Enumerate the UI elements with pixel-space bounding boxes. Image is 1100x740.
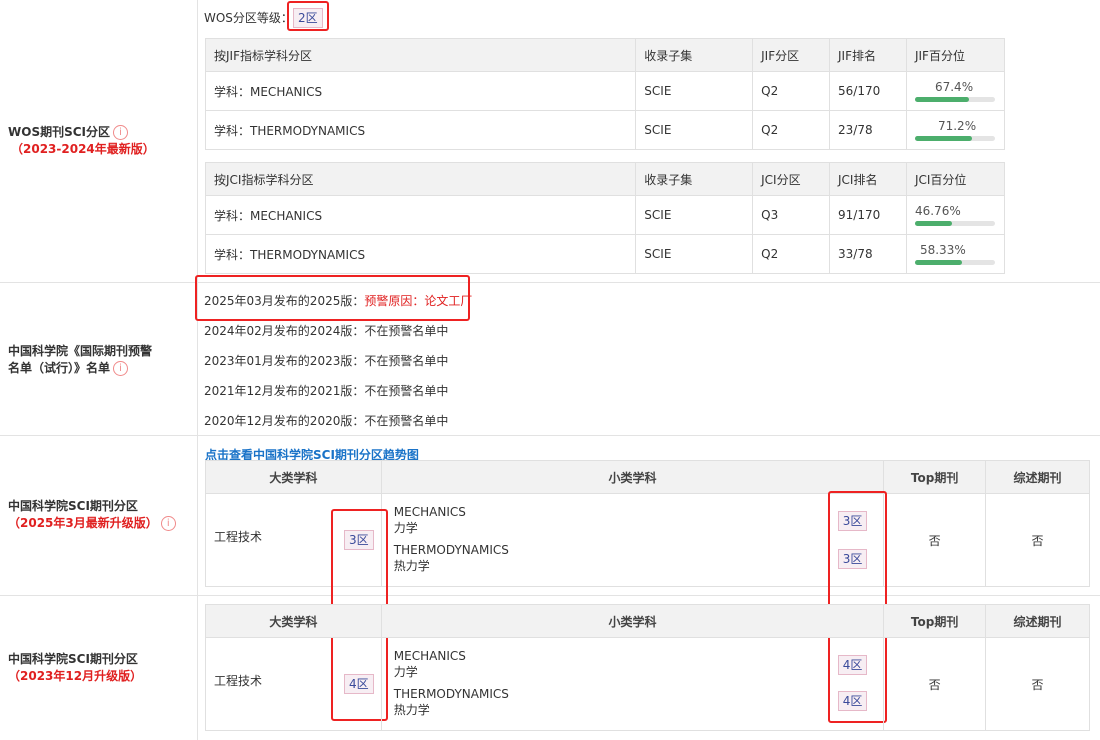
warning-line: 2023年01月发布的2023版：不在预警名单中 — [204, 354, 449, 368]
percentile-bar — [914, 260, 995, 265]
zone-badge: 4区 — [837, 691, 868, 711]
percentile-text: 71.2% — [937, 119, 977, 133]
info-circle-icon[interactable]: i — [160, 516, 176, 531]
top-journal-value: 否 — [883, 493, 987, 587]
percentile-text: 67.4% — [934, 80, 974, 94]
percentile-bar — [914, 97, 995, 102]
cas2023-edition: （2023年12月升级版） — [8, 669, 143, 683]
warning-line: 2024年02月发布的2024版：不在预警名单中 — [204, 324, 449, 338]
percentile-bar — [914, 221, 995, 226]
cas-header: Top期刊 — [883, 460, 987, 494]
table-row: 学科：THERMODYNAMICS SCIE Q2 33/78 58.33% — [204, 234, 1006, 274]
percentile-bar — [914, 136, 995, 141]
cas-header: 大类学科 — [205, 460, 382, 494]
table-row: 学科：MECHANICS SCIE Q2 56/170 67.4% — [204, 71, 1006, 111]
warning-line: 2020年12月发布的2020版：不在预警名单中 — [204, 414, 449, 428]
jci-table: 按JCI指标学科分区 收录子集 JCI分区 JCI排名 JCI百分位 学科：ME… — [204, 162, 1006, 274]
cas2025-edition: （2025年3月最新升级版） — [8, 516, 158, 530]
cas-header: 小类学科 — [380, 460, 885, 494]
warning-line: 2021年12月发布的2021版：不在预警名单中 — [204, 384, 449, 398]
info-circle-icon[interactable]: i — [113, 361, 129, 376]
jci-header: JCI分区 — [752, 162, 831, 196]
jci-header: 按JCI指标学科分区 — [204, 162, 637, 196]
major-subject: 工程技术 — [214, 530, 263, 544]
review-journal-value: 否 — [985, 637, 1090, 731]
cas2023-label: 中国科学院SCI期刊分区 （2023年12月升级版） — [8, 651, 205, 685]
table-row: 学科：MECHANICS SCIE Q3 91/170 46.76% — [204, 195, 1006, 235]
table-row: 学科：THERMODYNAMICS SCIE Q2 23/78 71.2% — [204, 110, 1006, 150]
jif-header: 收录子集 — [635, 38, 754, 72]
cas-header: 大类学科 — [205, 604, 382, 638]
highlight-box — [195, 275, 470, 321]
jif-header: JIF分区 — [752, 38, 831, 72]
jif-table: 按JIF指标学科分区 收录子集 JIF分区 JIF排名 JIF百分位 学科：ME… — [204, 38, 1006, 150]
cas2023-table: 大类学科 小类学科 Top期刊 综述期刊 工程技术 4区 MECHANICS 力… — [205, 604, 1090, 731]
zone-badge: 4区 — [344, 674, 374, 694]
warning-label: 中国科学院《国际期刊预警名单（试行）》名单 i — [8, 344, 153, 376]
percentile-text: 58.33% — [919, 243, 966, 257]
jif-header: JIF排名 — [829, 38, 907, 72]
jif-header: 按JIF指标学科分区 — [204, 38, 637, 72]
highlight-box — [287, 1, 329, 31]
wos-label: WOS期刊SCI分区 i （2023-2024年最新版） — [8, 124, 205, 158]
wos-edition: （2023-2024年最新版） — [11, 142, 155, 156]
cas-header: 综述期刊 — [985, 460, 1090, 494]
jci-header: JCI百分位 — [905, 162, 1006, 196]
jci-header: JCI排名 — [829, 162, 907, 196]
major-subject: 工程技术 — [214, 674, 263, 688]
top-journal-value: 否 — [883, 637, 987, 731]
zone-badge: 4区 — [837, 655, 868, 675]
jif-header: JIF百分位 — [905, 38, 1006, 72]
table-row: 工程技术 4区 MECHANICS 力学 THERMODYNAMICS 热力学 … — [205, 637, 1090, 731]
jci-header: 收录子集 — [635, 162, 754, 196]
percentile-text: 46.76% — [914, 204, 961, 218]
review-journal-value: 否 — [985, 493, 1090, 587]
cas2025-label: 中国科学院SCI期刊分区 （2025年3月最新升级版） i — [8, 498, 205, 532]
cas-header: Top期刊 — [883, 604, 987, 638]
cas-header: 综述期刊 — [985, 604, 1090, 638]
cas-header: 小类学科 — [380, 604, 885, 638]
info-circle-icon[interactable]: i — [113, 125, 128, 140]
